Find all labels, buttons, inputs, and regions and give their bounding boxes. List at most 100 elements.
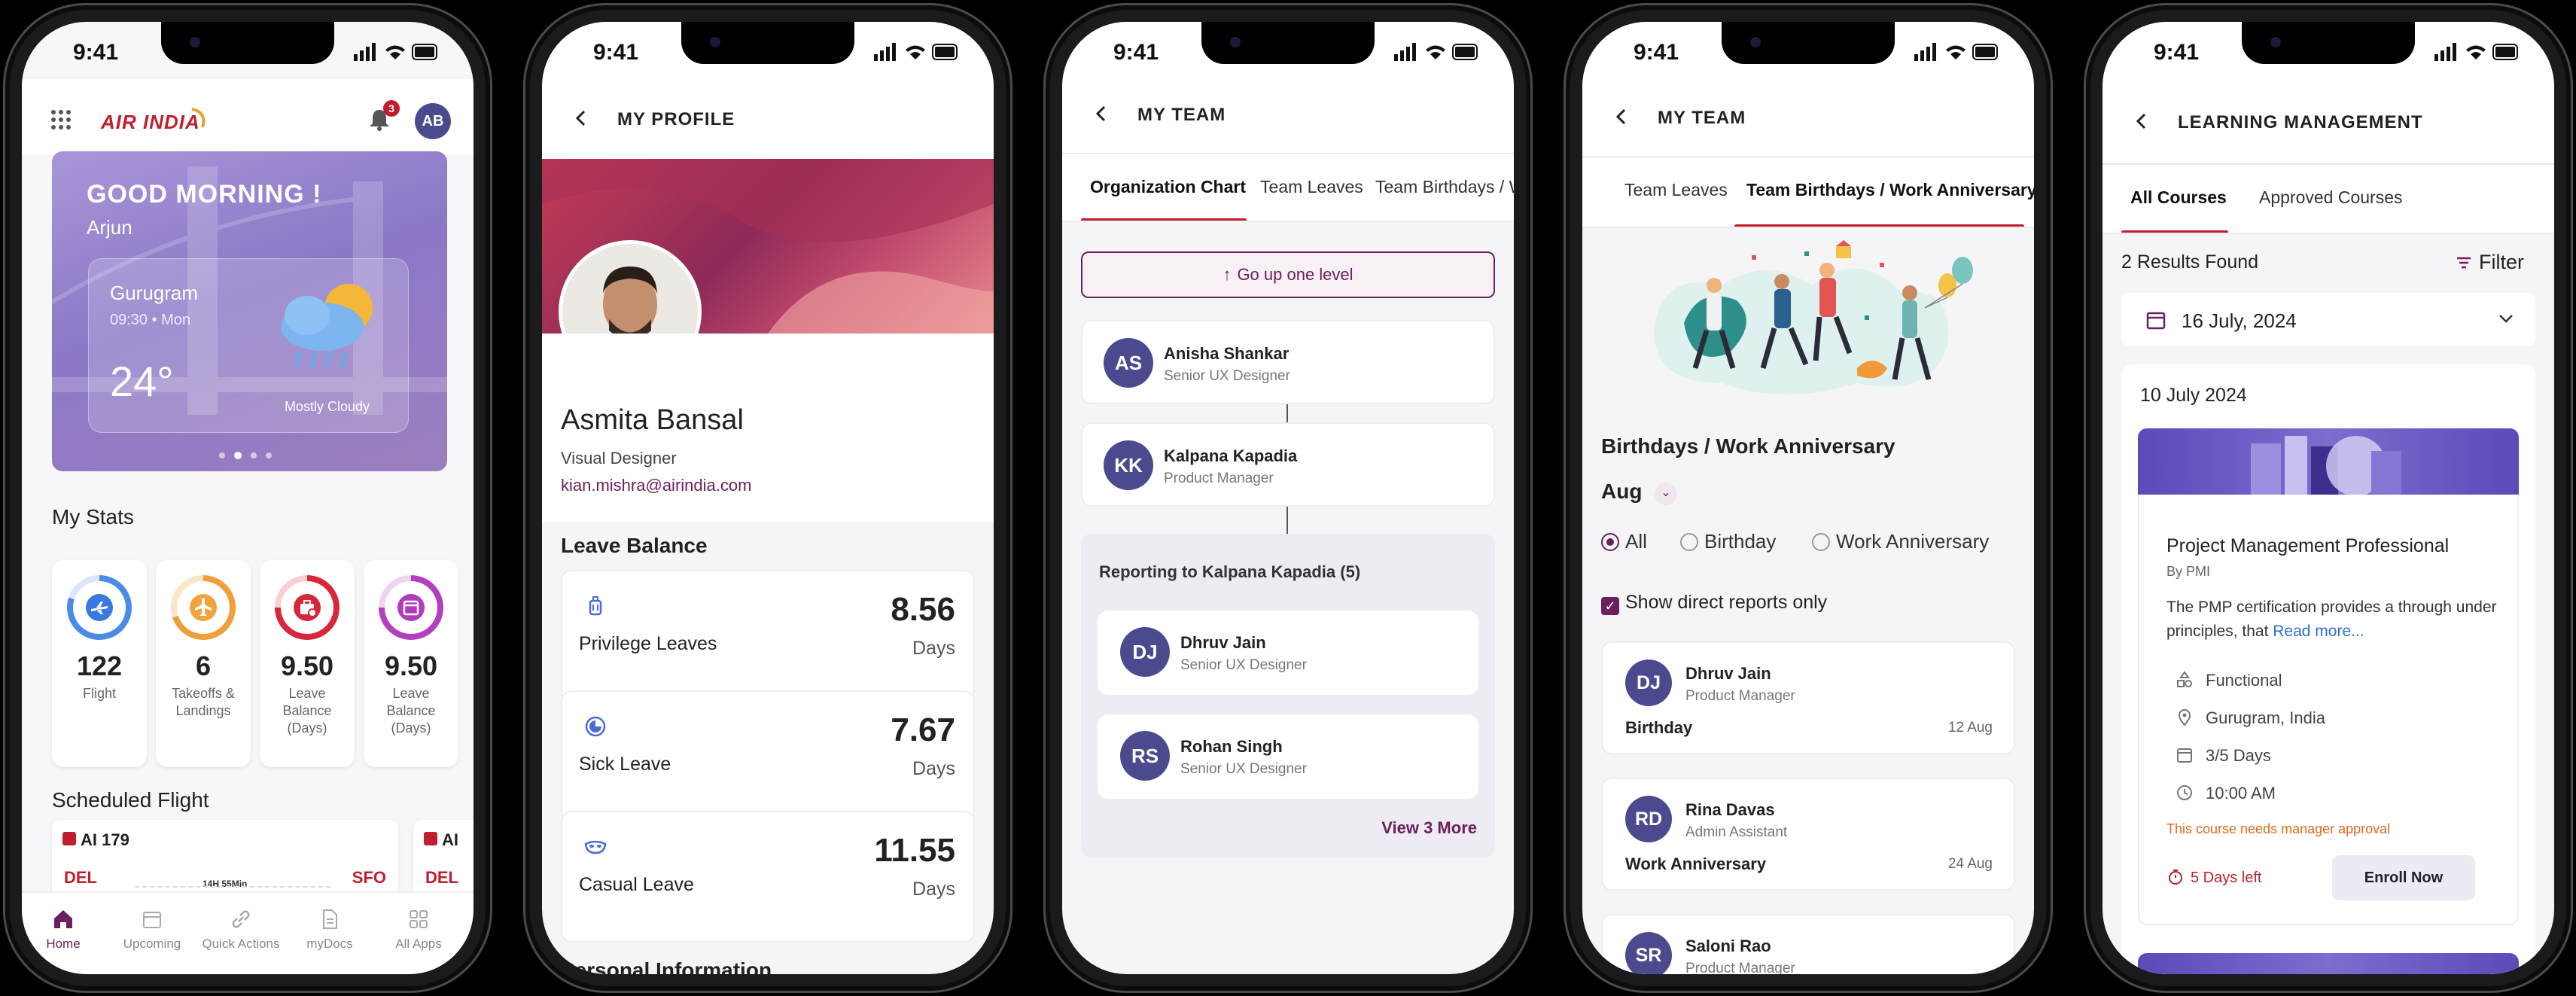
birthday-card-saloni[interactable]: SR Saloni Rao Product Manager <box>1601 914 2015 974</box>
page-title: MY PROFILE <box>617 109 735 129</box>
approval-note: This course needs manager approval <box>2166 821 2391 836</box>
logo-swirl-icon <box>191 108 206 128</box>
avatar: AS <box>1104 338 1153 388</box>
scheduled-title: Scheduled Flight <box>52 788 209 812</box>
location-icon <box>2178 709 2191 726</box>
tab-all-courses[interactable]: All Courses <box>2130 187 2227 208</box>
enroll-button[interactable]: Enroll Now <box>2332 855 2475 900</box>
tab-team-birthdays[interactable]: Team Birthdays / Work Anniversary <box>1746 180 2034 200</box>
event-date: 12 Aug <box>1947 720 1993 736</box>
meta-text: 10:00 AM <box>2206 784 2276 803</box>
airline-logo-icon <box>62 832 76 845</box>
back-arrow-icon[interactable] <box>1091 103 1112 124</box>
radio-label: Birthday <box>1704 530 1777 553</box>
month-selector[interactable]: Aug ⌄ <box>1601 480 1677 507</box>
reporting-section: Reporting to Kalpana Kapadia (5) DJ Dhru… <box>1081 534 1495 857</box>
document-icon <box>323 909 337 929</box>
read-more-link[interactable]: Read more... <box>2273 623 2364 640</box>
org-card-kalpana[interactable]: KK Kalpana Kapadia Product Manager <box>1081 422 1495 507</box>
stat-card-leave[interactable]: 9.50 Leave Balance (Days) <box>260 560 355 767</box>
leave-card-privilege[interactable]: Privilege Leaves 8.56 Days <box>561 570 975 702</box>
tab-team-leaves[interactable]: Team Leaves <box>1260 177 1363 197</box>
nav-quick-actions[interactable]: Quick Actions <box>199 908 282 952</box>
dynamic-island <box>681 22 854 64</box>
nav-label: Quick Actions <box>202 937 280 951</box>
page-header: MY PROFILE <box>542 79 994 159</box>
course-title: Project Management Professional <box>2166 535 2450 556</box>
tab-approved-courses[interactable]: Approved Courses <box>2259 187 2403 208</box>
stat-card-takeoffs[interactable]: 6 Takeoffs & Landings <box>156 560 251 767</box>
person-role: Senior UX Designer <box>1180 761 1307 777</box>
org-card-anisha[interactable]: AS Anisha Shankar Senior UX Designer <box>1081 320 1495 404</box>
user-avatar[interactable]: AB <box>415 103 451 139</box>
radio-label: All <box>1625 530 1647 553</box>
chevron-down-icon <box>2499 315 2513 323</box>
carousel-dots[interactable] <box>218 451 285 460</box>
profile-email[interactable]: kian.mishra@airindia.com <box>561 476 751 495</box>
filter-birthday-radio[interactable]: Birthday <box>1680 530 1776 553</box>
app-grid-icon[interactable] <box>50 109 72 130</box>
weather-time: 09:30 • Mon <box>110 312 191 328</box>
stat-label: Leave Balance (Days) <box>282 686 332 736</box>
calendar-icon <box>2146 312 2166 330</box>
avatar: RD <box>1625 796 1672 842</box>
status-icons <box>354 43 437 61</box>
radio-label: Work Anniversary <box>1836 530 1990 553</box>
nav-upcoming[interactable]: Upcoming <box>111 908 193 952</box>
leave-card-casual[interactable]: Casual Leave 11.55 Days <box>561 811 975 943</box>
selected-date: 16 July, 2024 <box>2182 309 2297 332</box>
birthday-card-dhruv[interactable]: DJ Dhruv Jain Product Manager Birthday 1… <box>1601 641 2015 754</box>
stat-label: Takeoffs & Landings <box>172 686 235 718</box>
leave-name: Privilege Leaves <box>579 633 717 654</box>
report-card-dhruv[interactable]: DJ Dhruv Jain Senior UX Designer <box>1098 611 1478 695</box>
filter-anniversary-radio[interactable]: Work Anniversary <box>1812 530 1989 553</box>
filter-all-radio[interactable]: All <box>1601 530 1647 553</box>
leave-unit: Days <box>912 638 955 659</box>
stat-card-leave-2[interactable]: 9.50 Leave Balance (Days) <box>364 560 458 767</box>
birthday-card-rina[interactable]: RD Rina Davas Admin Assistant Work Anniv… <box>1601 778 2015 891</box>
status-time: 9:41 <box>1634 40 1679 65</box>
go-up-button[interactable]: ↑ Go up one level <box>1081 251 1495 298</box>
status-time: 9:41 <box>1113 40 1159 65</box>
nav-mydocs[interactable]: myDocs <box>288 908 371 952</box>
back-arrow-icon[interactable] <box>571 108 592 129</box>
cloud-sun-icon <box>281 284 373 370</box>
leave-card-sick[interactable]: Sick Leave 7.67 Days <box>561 690 975 822</box>
tab-organization-chart[interactable]: Organization Chart <box>1090 177 1246 197</box>
nav-all-apps[interactable]: All Apps <box>377 908 460 952</box>
person-role: Product Manager <box>1685 688 1795 704</box>
airline-logo-icon <box>424 832 437 845</box>
back-arrow-icon[interactable] <box>1611 106 1632 127</box>
report-card-rohan[interactable]: RS Rohan Singh Senior UX Designer <box>1098 714 1478 799</box>
view-more-link[interactable]: View 3 More <box>1381 818 1477 838</box>
leave-value: 8.56 <box>891 591 955 628</box>
dynamic-island <box>1201 22 1375 64</box>
date-select[interactable]: 16 July, 2024 <box>2121 293 2535 346</box>
stat-card-flight[interactable]: 122 Flight <box>52 560 147 767</box>
page-title: MY TEAM <box>1137 105 1226 125</box>
calendar-icon <box>397 594 425 621</box>
phone-home: 9:41 AIR INDIA 3 AB GOOD MORNING ! Arjun… <box>3 3 492 993</box>
person-name: Anisha Shankar <box>1164 344 1290 363</box>
takeoff-icon <box>190 594 217 621</box>
person-role: Product Manager <box>1164 471 1274 486</box>
group-date: 10 July 2024 <box>2140 385 2247 406</box>
luggage-icon <box>589 596 602 616</box>
nav-label: myDocs <box>306 937 353 951</box>
nav-home[interactable]: Home <box>22 908 105 952</box>
profile-role: Visual Designer <box>561 449 677 468</box>
direct-reports-checkbox[interactable]: ✓ Show direct reports only <box>1601 592 1827 615</box>
nav-label: All Apps <box>395 937 442 951</box>
page-header: LEARNING MANAGEMENT <box>2103 79 2554 165</box>
tab-team-birthdays[interactable]: Team Birthdays / W <box>1375 177 1514 197</box>
filter-button[interactable]: Filter <box>2455 251 2524 274</box>
nav-label: Home <box>46 937 81 951</box>
flight-path-line <box>135 886 330 888</box>
status-icons <box>1394 43 1478 61</box>
status-icons <box>2434 43 2518 61</box>
shapes-icon <box>2177 671 2192 687</box>
mask-icon <box>584 840 607 854</box>
course-card[interactable]: Project Management Professional By PMI T… <box>2138 428 2519 925</box>
back-arrow-icon[interactable] <box>2131 111 2152 132</box>
tab-team-leaves[interactable]: Team Leaves <box>1624 180 1728 200</box>
